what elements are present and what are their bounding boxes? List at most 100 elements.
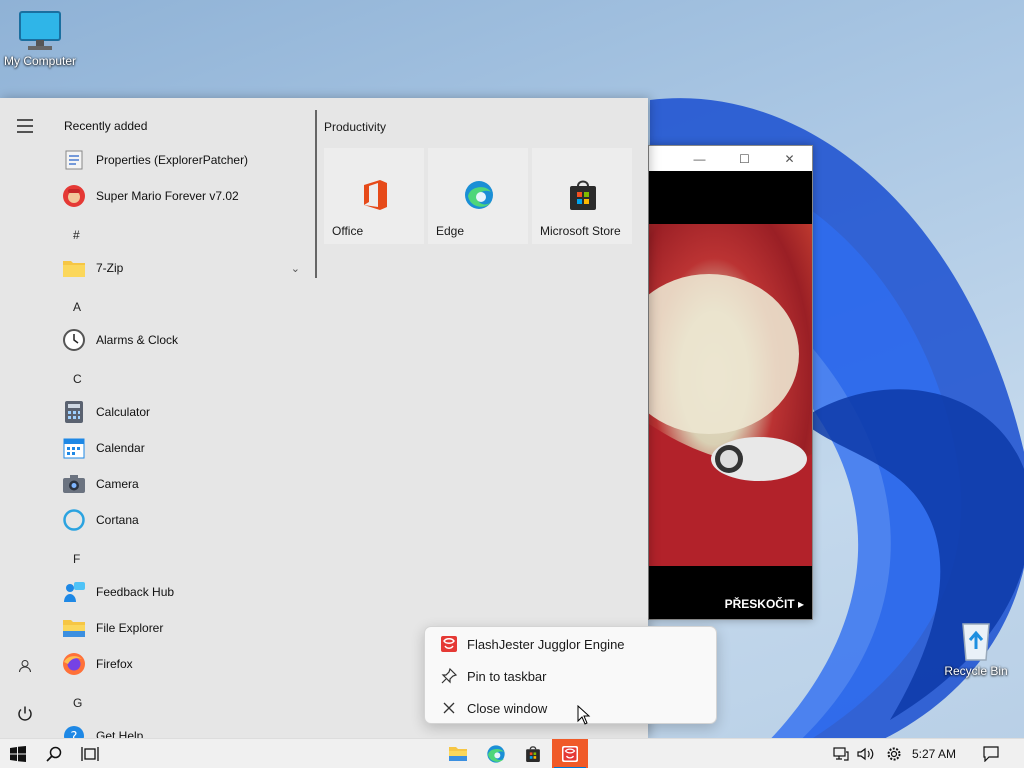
app-item-feedback-hub[interactable]: Feedback Hub — [60, 576, 310, 608]
app-item-label: Get Help — [96, 729, 144, 738]
network-icon — [833, 747, 849, 761]
search-icon — [46, 746, 62, 762]
app-list: Recently added Properties (ExplorerPatch… — [50, 98, 315, 738]
svg-text:?: ? — [71, 730, 78, 738]
help-icon: ? — [60, 722, 88, 738]
mario-icon — [60, 182, 88, 210]
close-icon — [439, 698, 459, 718]
taskbar-edge[interactable] — [478, 739, 514, 768]
app-item-label: Calendar — [96, 441, 145, 455]
taskbar-microsoft-store[interactable] — [515, 739, 551, 768]
video-artwork — [649, 274, 812, 566]
group-letter-c[interactable]: C — [73, 372, 82, 386]
volume-tray[interactable] — [852, 739, 880, 768]
start-button[interactable] — [0, 739, 36, 768]
minimize-button[interactable]: — — [677, 146, 722, 171]
monitor-icon — [19, 11, 61, 50]
hamburger-menu-icon[interactable] — [13, 114, 37, 138]
close-button[interactable]: ✕ — [767, 146, 812, 171]
folder-icon — [60, 254, 88, 282]
app-item-alarms-clock[interactable]: Alarms & Clock — [60, 324, 310, 356]
clock-icon — [60, 326, 88, 354]
window-titlebar[interactable]: — ☐ ✕ — [649, 146, 812, 171]
app-item-label: Cortana — [96, 513, 139, 527]
file-explorer-icon — [60, 614, 88, 642]
maximize-button[interactable]: ☐ — [722, 146, 767, 171]
tiles-divider — [315, 110, 317, 278]
app-item-properties[interactable]: Properties (ExplorerPatcher) — [60, 144, 310, 176]
edge-icon — [487, 745, 505, 763]
app-item-label: 7-Zip — [96, 261, 124, 275]
pin-icon — [439, 666, 459, 686]
group-letter-g[interactable]: G — [73, 696, 82, 710]
tile-office[interactable]: Office — [324, 148, 424, 244]
app-item-label: Super Mario Forever v7.02 — [96, 189, 239, 203]
app-item-calculator[interactable]: Calculator — [60, 396, 310, 428]
app-item-cortana[interactable]: Cortana — [60, 504, 310, 536]
office-icon — [364, 180, 387, 210]
group-letter-a[interactable]: A — [73, 300, 81, 314]
tile-edge[interactable]: Edge — [428, 148, 528, 244]
tiles-group-title[interactable]: Productivity — [324, 120, 386, 134]
app-item-label: Alarms & Clock — [96, 333, 179, 347]
store-icon — [526, 746, 540, 762]
power-icon[interactable] — [13, 702, 37, 726]
skip-button[interactable]: PŘESKOČIT ▸ — [725, 597, 804, 611]
volume-icon — [857, 747, 874, 761]
video-frame — [649, 224, 812, 566]
app-item-label: Firefox — [96, 657, 133, 671]
settings-tray[interactable] — [880, 739, 908, 768]
app-item-label: Feedback Hub — [96, 585, 175, 599]
notification-icon — [983, 746, 999, 762]
properties-icon — [60, 146, 88, 174]
start-rail — [0, 98, 50, 738]
app-item-7zip[interactable]: 7-Zip ⌄ — [60, 252, 310, 284]
action-center-button[interactable] — [976, 739, 1006, 768]
context-item-pin-to-taskbar[interactable]: Pin to taskbar — [425, 661, 716, 691]
calendar-icon — [60, 434, 88, 462]
desktop-icon-recycle-bin[interactable]: Recycle Bin — [936, 618, 1016, 678]
tile-microsoft-store[interactable]: Microsoft Store — [532, 148, 632, 244]
taskbar: 5:27 AM — [0, 738, 1024, 768]
tile-label: Microsoft Store — [540, 224, 621, 238]
app-item-calendar[interactable]: Calendar — [60, 432, 310, 464]
group-letter-hash[interactable]: # — [73, 228, 80, 242]
windows-logo-icon — [10, 746, 26, 762]
gear-icon — [887, 747, 901, 761]
app-item-camera[interactable]: Camera — [60, 468, 310, 500]
background-window[interactable]: — ☐ ✕ PŘESKOČIT ▸ — [648, 145, 813, 620]
context-item-app-name[interactable]: FlashJester Jugglor Engine — [425, 629, 716, 659]
store-icon — [570, 180, 596, 210]
taskbar-file-explorer[interactable] — [440, 739, 476, 768]
recently-added-title: Recently added — [64, 119, 148, 133]
app-item-super-mario[interactable]: Super Mario Forever v7.02 — [60, 180, 310, 212]
taskbar-clock[interactable]: 5:27 AM — [912, 739, 956, 768]
mouse-cursor-icon — [577, 705, 591, 725]
chevron-down-icon[interactable]: ⌄ — [291, 262, 300, 275]
context-item-label: FlashJester Jugglor Engine — [467, 636, 625, 652]
taskbar-context-menu: FlashJester Jugglor Engine Pin to taskba… — [424, 626, 717, 724]
task-view-button[interactable] — [72, 739, 108, 768]
app-item-label: File Explorer — [96, 621, 164, 635]
user-icon[interactable] — [13, 654, 37, 678]
firefox-icon — [60, 650, 88, 678]
context-item-label: Pin to taskbar — [467, 668, 547, 684]
calculator-icon — [60, 398, 88, 426]
app-item-get-help[interactable]: ? Get Help — [60, 720, 310, 738]
context-item-close-window[interactable]: Close window — [425, 693, 716, 723]
app-item-file-explorer[interactable]: File Explorer — [60, 612, 310, 644]
desktop-icon-my-computer[interactable]: My Computer — [0, 10, 80, 68]
app-item-firefox[interactable]: Firefox — [60, 648, 310, 680]
desktop-icon-label: My Computer — [3, 54, 77, 68]
flashjester-icon — [439, 634, 459, 654]
edge-icon — [465, 181, 493, 209]
feedback-icon — [60, 578, 88, 606]
app-item-label: Camera — [96, 477, 139, 491]
taskbar-flashjester[interactable] — [552, 739, 588, 768]
group-letter-f[interactable]: F — [73, 552, 80, 566]
tile-label: Office — [332, 224, 364, 238]
camera-icon — [60, 470, 88, 498]
app-item-label: Properties (ExplorerPatcher) — [96, 153, 249, 167]
search-button[interactable] — [36, 739, 72, 768]
desktop-icon-label: Recycle Bin — [944, 664, 1008, 678]
